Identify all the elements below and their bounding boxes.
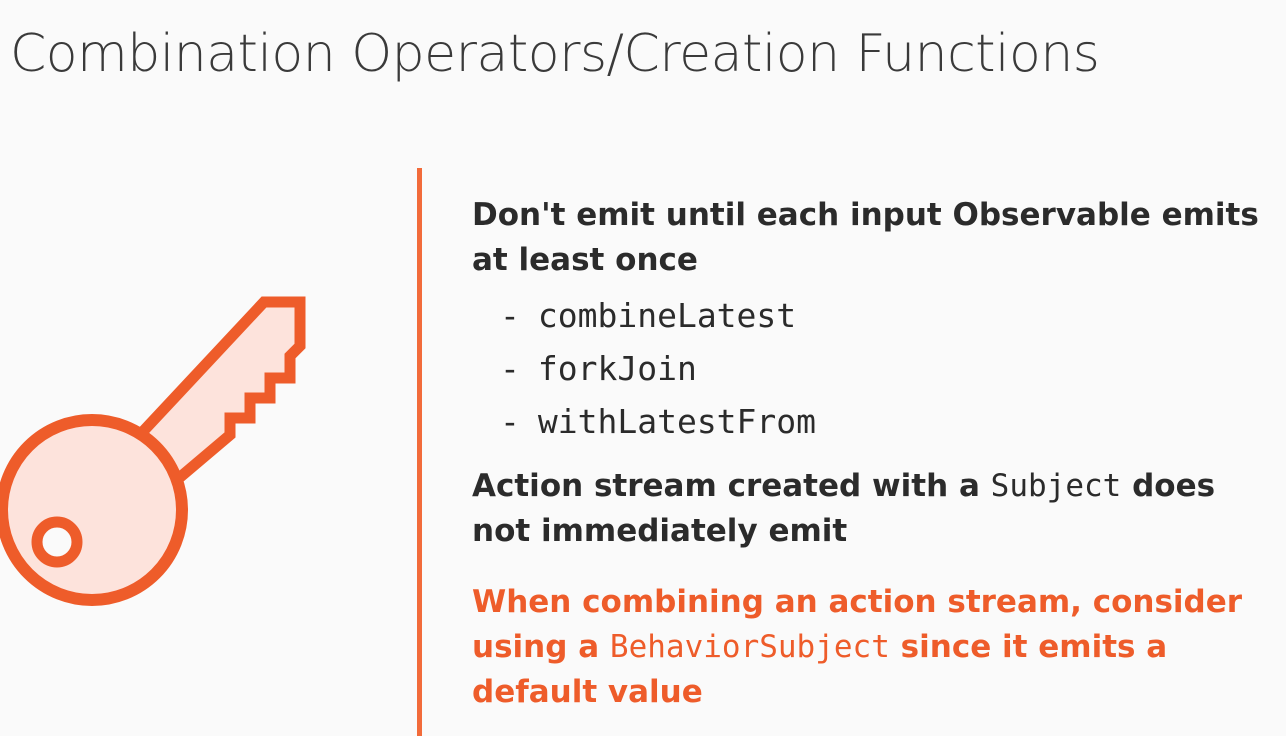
point-action-stream: Action stream created with a Subject doe…: [472, 464, 1272, 554]
slide-content: Don't emit until each input Observable e…: [472, 193, 1272, 715]
operator-name: withLatestFrom: [537, 402, 817, 441]
inline-code: BehaviorSubject: [609, 629, 890, 665]
point-text: Action stream created with a: [472, 468, 991, 504]
point-behavior-subject-tip: When combining an action stream, conside…: [472, 580, 1272, 715]
slide-title: Combination Operators/Creation Functions: [10, 24, 1100, 84]
key-icon: [0, 296, 306, 606]
inline-code: Subject: [990, 468, 1122, 504]
list-bullet: -: [500, 402, 520, 441]
point-wait-for-emission: Don't emit until each input Observable e…: [472, 197, 1259, 278]
list-item: - withLatestFrom: [500, 395, 1272, 448]
list-item: - forkJoin: [500, 342, 1272, 395]
operator-list: - combineLatest - forkJoin - withLatestFrom: [472, 289, 1272, 448]
operator-name: combineLatest: [537, 296, 797, 335]
vertical-divider: [417, 168, 422, 736]
list-item: - combineLatest: [500, 289, 1272, 342]
list-bullet: -: [500, 349, 520, 388]
operator-name: forkJoin: [537, 349, 697, 388]
list-bullet: -: [500, 296, 520, 335]
